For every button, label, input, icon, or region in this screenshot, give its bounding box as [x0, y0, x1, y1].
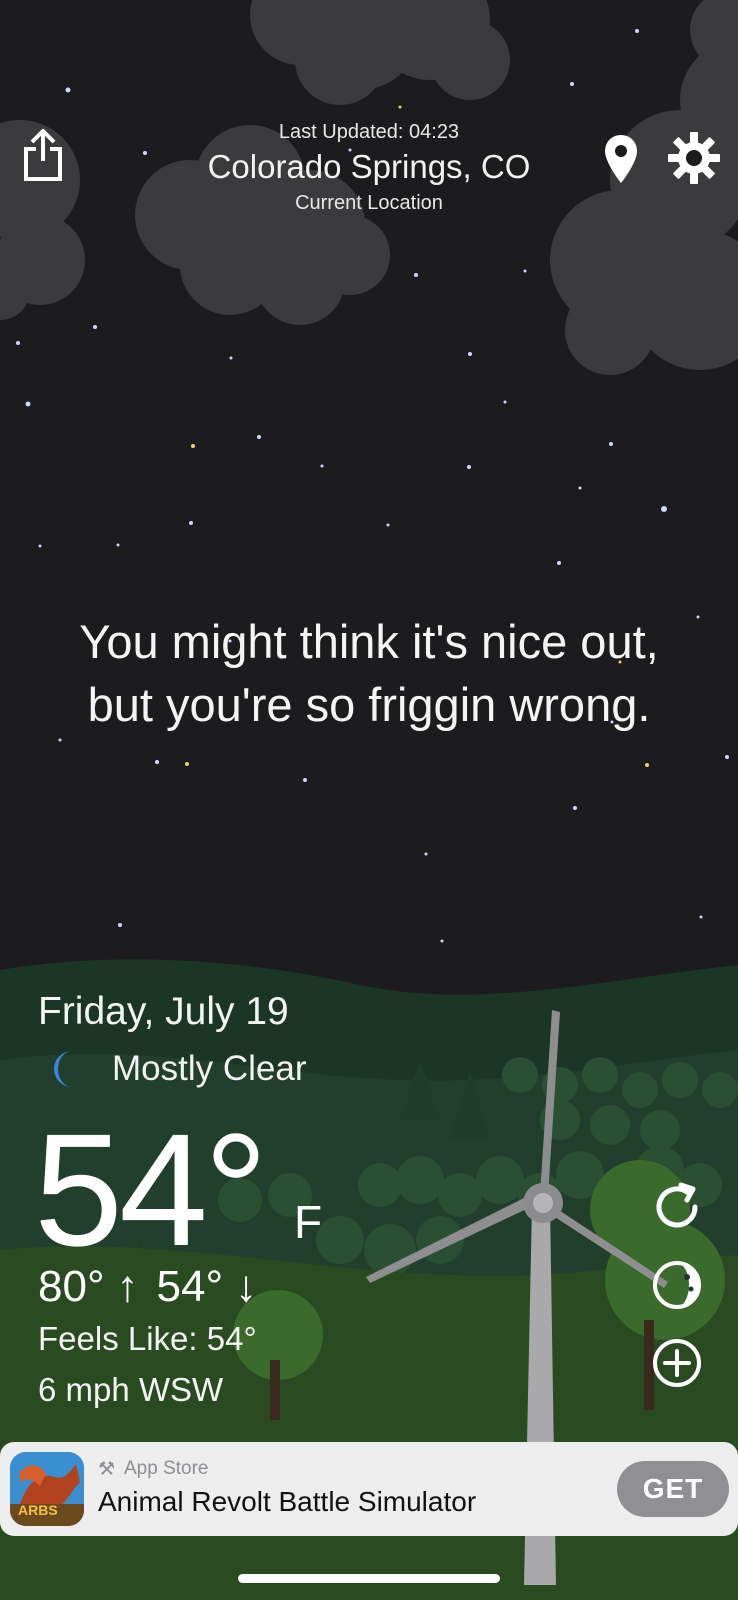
- high-low: 80° ↑ 54° ↓: [38, 1262, 257, 1312]
- moon-phase-icon: [653, 1261, 701, 1309]
- high-temp: 80°: [38, 1262, 105, 1311]
- weather-message: You might think it's nice out, but you'r…: [20, 610, 718, 736]
- ad-title[interactable]: Animal Revolt Battle Simulator: [98, 1486, 476, 1518]
- ad-app-icon-text: ARBS: [18, 1502, 58, 1518]
- location-button[interactable]: [598, 130, 644, 188]
- arrow-down-icon: ↓: [235, 1262, 258, 1311]
- arrow-up-icon: ↑: [116, 1262, 139, 1311]
- weather-date: Friday, July 19: [38, 990, 289, 1033]
- city-name[interactable]: Colorado Springs, CO: [150, 148, 588, 186]
- moon-phase-button[interactable]: [648, 1256, 706, 1314]
- location-pin-icon: [605, 135, 637, 183]
- home-indicator[interactable]: [238, 1574, 500, 1583]
- ad-app-icon[interactable]: ARBS: [10, 1452, 84, 1526]
- weather-message-line1: You might think it's nice out,: [79, 615, 659, 668]
- weather-message-line2: but you're so friggin wrong.: [87, 678, 651, 731]
- ad-get-button[interactable]: GET: [617, 1461, 729, 1517]
- refresh-icon: [656, 1182, 698, 1228]
- settings-button[interactable]: [666, 130, 722, 186]
- low-temp: 54°: [156, 1262, 224, 1311]
- condition-text: Mostly Clear: [112, 1049, 307, 1088]
- share-button[interactable]: [18, 125, 68, 185]
- refresh-button[interactable]: [648, 1178, 706, 1236]
- app-store-icon: ⚒: [98, 1459, 116, 1480]
- add-circle-icon: [653, 1339, 701, 1387]
- gear-icon: [668, 132, 720, 184]
- add-location-button[interactable]: [648, 1334, 706, 1392]
- moon-icon: [54, 1051, 72, 1087]
- share-icon: [24, 129, 62, 181]
- temperature-unit[interactable]: F: [294, 1195, 322, 1249]
- current-temperature: 54°: [34, 1100, 268, 1279]
- ad-store-label: App Store: [124, 1458, 209, 1479]
- last-updated: Last Updated: 04:23: [278, 121, 460, 143]
- weather-scene-background: [0, 0, 738, 1600]
- location-label: Current Location: [295, 192, 443, 214]
- condition-row: Mostly Clear: [42, 1047, 306, 1091]
- feels-like: Feels Like: 54°: [38, 1320, 257, 1357]
- wind-info: 6 mph WSW: [38, 1371, 224, 1408]
- ad-banner[interactable]: ARBS ⚒ App Store Animal Revolt Battle Si…: [0, 1442, 738, 1536]
